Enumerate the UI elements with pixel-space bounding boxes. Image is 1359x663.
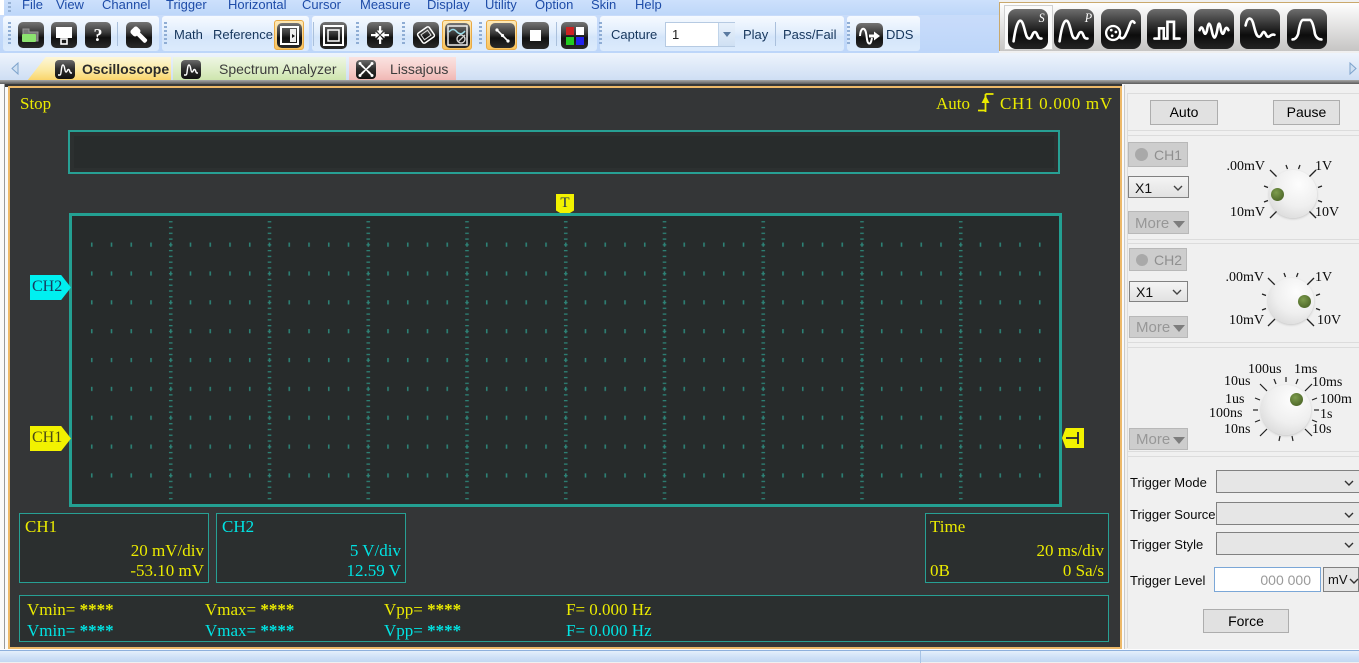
svg-text:?: ? [94, 25, 103, 45]
svg-text:P: P [1084, 11, 1093, 25]
svg-text:S: S [1038, 11, 1044, 25]
